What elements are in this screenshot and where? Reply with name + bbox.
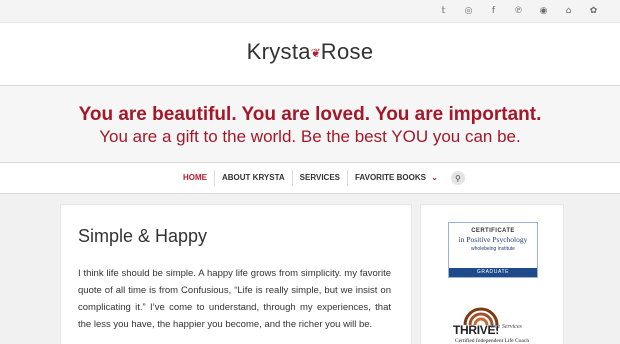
logo-text-right: Rose [320,39,374,64]
certificate-org: wholebeing institute [471,246,515,252]
pinterest-icon[interactable]: ℗ [506,5,531,17]
chevron-down-icon: ⌄ [431,173,438,182]
sidebar: CERTIFICATE in Positive Psychology whole… [420,204,564,344]
logo-text-left: Krysta [246,39,311,64]
certificate-footer: GRADUATE [449,268,537,277]
nav-favorite-books-label: FAVORITE BOOKS [354,173,426,182]
tagline-banner: You are beautiful. You are loved. You ar… [0,86,620,163]
thrive-rainbow-icon [463,307,499,325]
nav-home[interactable]: HOME [176,170,215,186]
post-content: Simple & Happy I think life should be si… [60,204,412,344]
post-body: I think life should be simple. A happy l… [78,268,391,330]
site-logo[interactable]: Krysta❦Rose [0,39,620,65]
certificate-heading: CERTIFICATE [471,228,515,234]
search-button[interactable]: ⚲ [450,171,465,185]
rose-icon: ❦ [310,46,322,60]
thrive-sub: Life Services [491,324,522,330]
certificate-title: in Positive Psychology [458,235,528,244]
twitter-icon[interactable]: 𝕥 [431,5,456,17]
nav-services[interactable]: SERVICES [293,170,348,186]
houzz-icon[interactable]: ⌂ [556,5,581,17]
facebook-icon[interactable]: f [481,5,506,17]
post-title[interactable]: Simple & Happy [78,226,207,247]
instagram-icon[interactable]: ◎ [456,5,481,17]
nav-favorite-books[interactable]: FAVORITE BOOKS ⌄ [348,170,445,186]
search-icon: ⚲ [454,173,461,183]
tagline-line-2: You are a gift to the world. Be the best… [99,127,521,146]
spotify-icon[interactable]: ◉ [531,5,556,17]
social-links: 𝕥 ◎ f ℗ ◉ ⌂ ✿ [431,5,606,17]
thrive-cert: Certified Independent Life Coach [455,338,530,344]
bloglovin-icon[interactable]: ✿ [581,5,606,17]
thrive-badge[interactable]: THRIVE! Life Services Certified Independ… [453,303,538,344]
site-header: Krysta❦Rose [0,23,620,86]
certificate-badge[interactable]: CERTIFICATE in Positive Psychology whole… [448,222,538,278]
tagline-line-1: You are beautiful. You are loved. You ar… [78,104,542,125]
top-bar: 𝕥 ◎ f ℗ ◉ ⌂ ✿ [0,0,620,23]
main-nav: HOME ABOUT KRYSTA SERVICES FAVORITE BOOK… [0,163,620,194]
nav-about-krysta[interactable]: ABOUT KRYSTA [215,170,293,186]
